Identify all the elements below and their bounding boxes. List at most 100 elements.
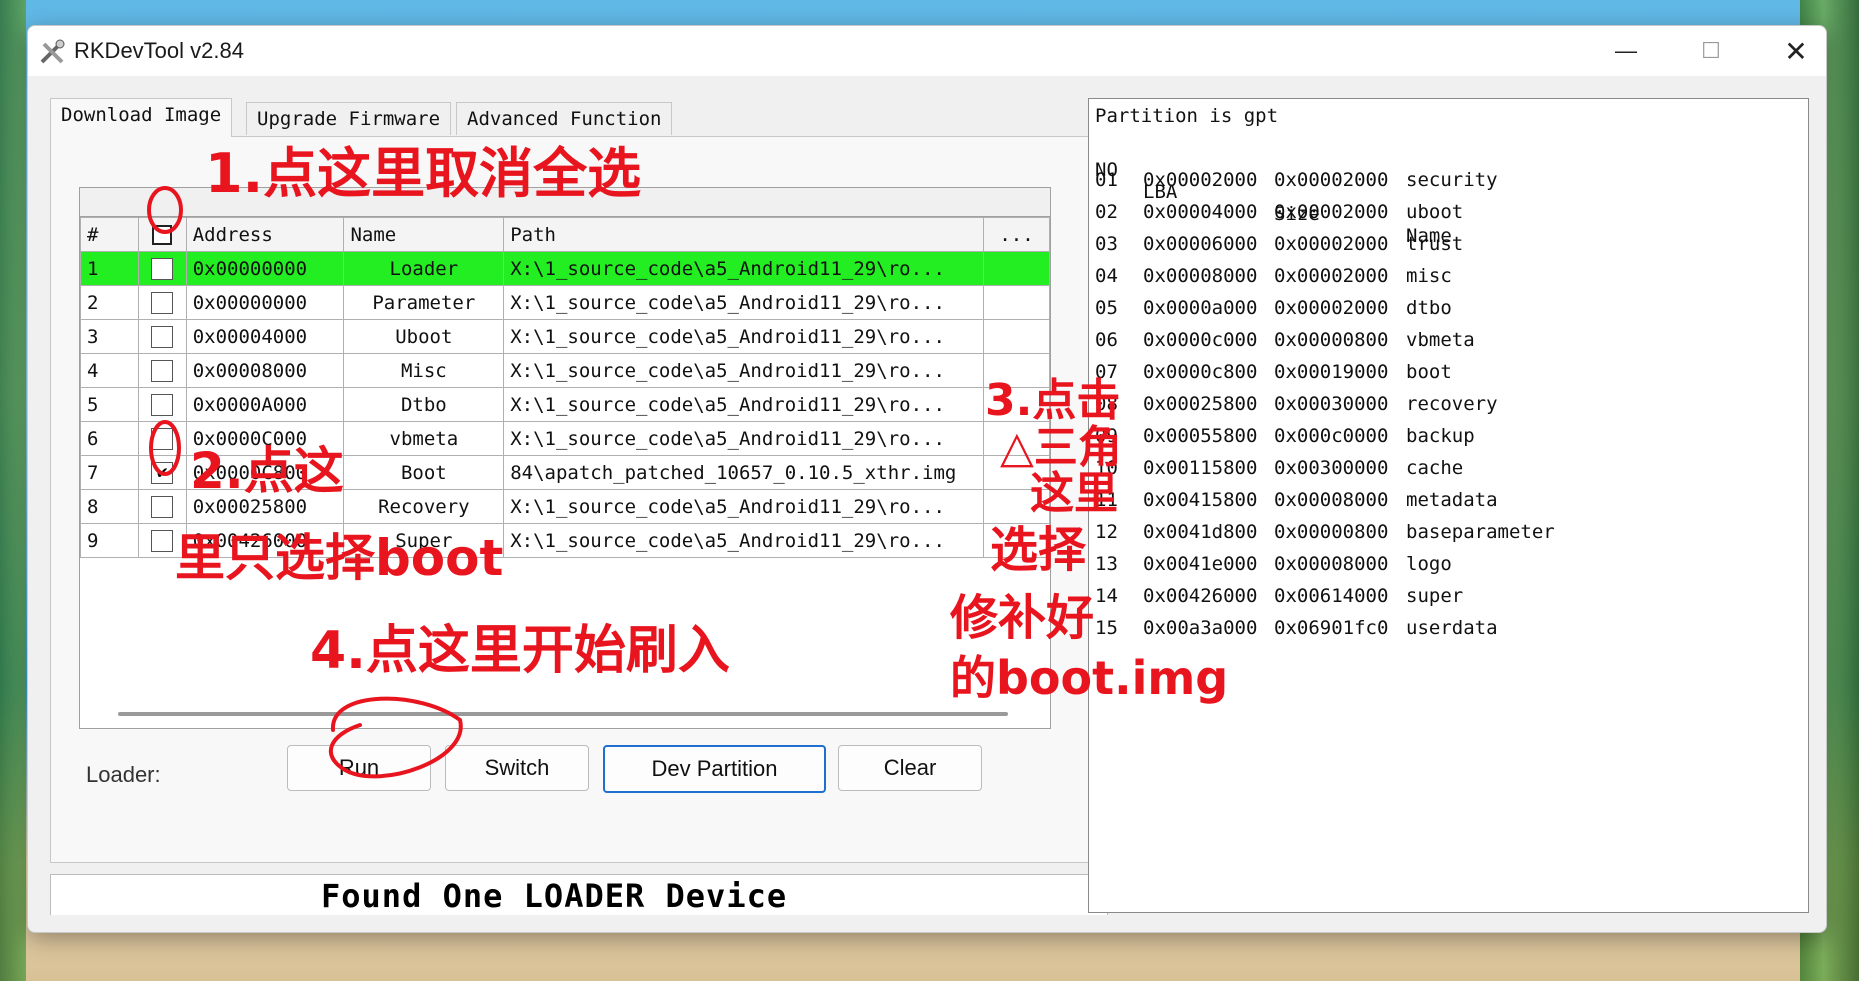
maximize-button[interactable]: ☐ (1683, 34, 1739, 68)
row-address[interactable]: 0x00008000 (185, 353, 345, 388)
log-header: Partition is gpt (1095, 105, 1279, 127)
grid-top-bar (80, 188, 1050, 217)
tab-upgrade-firmware[interactable]: Upgrade Firmware (246, 102, 452, 135)
col-address: Address (185, 217, 345, 252)
row-name[interactable]: Parameter (343, 285, 505, 320)
row-path[interactable]: X:\1_source_code\a5_Android11_29\ro... (503, 387, 985, 422)
row-path[interactable]: X:\1_source_code\a5_Android11_29\ro... (503, 421, 985, 456)
row-path[interactable]: X:\1_source_code\a5_Android11_29\ro... (503, 285, 985, 320)
row-name[interactable]: Dtbo (343, 387, 505, 422)
row-browse[interactable] (983, 421, 1050, 456)
row-address[interactable]: 0x00426000 (185, 523, 345, 558)
row-path[interactable]: X:\1_source_code\a5_Android11_29\ro... (503, 353, 985, 388)
row-browse[interactable] (983, 251, 1050, 286)
row-index: 9 (80, 523, 139, 558)
row-browse[interactable] (983, 387, 1050, 422)
row-name[interactable]: Loader (343, 251, 505, 286)
switch-button[interactable]: Switch (445, 745, 589, 791)
row-checkbox-cell[interactable] (137, 421, 187, 456)
row-browse[interactable] (983, 489, 1050, 524)
select-all-checkbox[interactable] (152, 225, 173, 245)
row-name[interactable]: Super (343, 523, 505, 558)
row-path[interactable]: X:\1_source_code\a5_Android11_29\ro... (503, 489, 985, 524)
table-row[interactable]: 5 0x0000A000 Dtbo X:\1_source_code\a5_Andro… (80, 387, 1050, 422)
table-header-row: # Address Name Path ... (80, 217, 1050, 252)
row-path[interactable]: X:\1_source_code\a5_Android11_29\ro... (503, 523, 985, 558)
table-row[interactable]: 6 0x0000C000 vbmeta X:\1_source_code\a5_And… (80, 421, 1050, 456)
row-address[interactable]: 0x0000C800 (185, 455, 345, 490)
row-index: 8 (80, 489, 139, 524)
row-checkbox-cell[interactable] (137, 251, 187, 286)
col-index: # (80, 217, 139, 252)
row-path[interactable]: X:\1_source_code\a5_Android11_29\ro... (503, 319, 985, 354)
row-browse[interactable] (983, 523, 1050, 558)
tab-download-image[interactable]: Download Image (50, 98, 233, 137)
row-address[interactable]: 0x00004000 (185, 319, 345, 354)
row-name[interactable]: Misc (343, 353, 505, 388)
row-checkbox-cell[interactable] (137, 319, 187, 354)
partition-log[interactable]: Partition is gpt NO LBA Size Name 01 0x00… (1088, 98, 1809, 913)
window-title: RKDevTool v2.84 (74, 38, 244, 63)
row-path[interactable]: X:\1_source_code\a5_Android11_29\ro... (503, 251, 985, 286)
row-checkbox-cell[interactable] (137, 489, 187, 524)
row-checkbox[interactable] (151, 393, 174, 416)
row-path[interactable]: 84\apatch_patched_10657_0.10.5_xthr.img (503, 455, 985, 490)
run-button[interactable]: Run (287, 745, 431, 791)
table-row[interactable]: 3 0x00004000 Uboot X:\1_source_code\a5_Andr… (80, 319, 1050, 354)
row-address[interactable]: 0x0000C000 (185, 421, 345, 456)
row-checkbox-cell[interactable] (137, 523, 187, 558)
row-browse[interactable] (983, 285, 1050, 320)
dev-partition-button[interactable]: Dev Partition (603, 745, 826, 793)
row-name[interactable]: Boot (343, 455, 505, 490)
row-address[interactable]: 0x00025800 (185, 489, 345, 524)
row-checkbox-cell[interactable] (137, 387, 187, 422)
rkdevtool-window: RKDevTool v2.84 — ☐ ✕ Download Image Upg… (27, 25, 1827, 933)
col-more[interactable]: ... (983, 217, 1050, 252)
partition-row: 12 0x0041d800 0x00000800 baseparameter (1095, 521, 1555, 543)
row-name[interactable]: vbmeta (343, 421, 505, 456)
table-row[interactable]: 4 0x00008000 Misc X:\1_source_code\a5_Andro… (80, 353, 1050, 388)
row-browse[interactable] (983, 319, 1050, 354)
tab-advanced-function[interactable]: Advanced Function (456, 102, 673, 135)
row-checkbox[interactable] (151, 529, 174, 552)
row-checkbox[interactable] (151, 257, 174, 280)
row-checkbox-cell[interactable] (137, 353, 187, 388)
partition-row: 04 0x00008000 0x00002000 misc (1095, 265, 1452, 287)
row-checkbox[interactable] (151, 325, 174, 348)
clear-button[interactable]: Clear (838, 745, 982, 791)
row-checkbox[interactable] (151, 495, 174, 518)
row-checkbox[interactable]: ✔ (151, 461, 174, 484)
row-checkbox-cell[interactable] (137, 285, 187, 320)
row-address[interactable]: 0x0000A000 (185, 387, 345, 422)
table-row[interactable]: 9 0x00426000 Super X:\1_source_code\a5_Andr… (80, 523, 1050, 558)
tools-icon (40, 39, 65, 64)
row-checkbox-cell[interactable]: ✔ (137, 455, 187, 490)
row-address[interactable]: 0x00000000 (185, 251, 345, 286)
row-name[interactable]: Recovery (343, 489, 505, 524)
row-name[interactable]: Uboot (343, 319, 505, 354)
row-checkbox[interactable] (151, 359, 174, 382)
row-address[interactable]: 0x00000000 (185, 285, 345, 320)
col-name: Name (343, 217, 505, 252)
table-row[interactable]: 7 ✔ 0x0000C800 Boot 84\apatch_patched_10657_… (80, 455, 1050, 490)
row-checkbox[interactable] (151, 427, 174, 450)
col-select-all[interactable] (137, 217, 187, 252)
status-text: Found One LOADER Device (321, 877, 788, 915)
desktop-wallpaper-left (0, 0, 26, 981)
loader-label: Loader: (86, 762, 161, 787)
horizontal-scrollbar[interactable] (118, 712, 1008, 716)
row-browse[interactable] (983, 455, 1050, 490)
minimize-button[interactable]: — (1598, 34, 1654, 68)
table-row[interactable]: 2 0x00000000 Parameter X:\1_source_code\a5_… (80, 285, 1050, 320)
title-bar[interactable]: RKDevTool v2.84 — ☐ ✕ (28, 26, 1826, 76)
row-index: 7 (80, 455, 139, 490)
row-browse[interactable] (983, 353, 1050, 388)
close-button[interactable]: ✕ (1768, 34, 1824, 68)
table-row[interactable]: 8 0x00025800 Recovery X:\1_source_code\a5_A… (80, 489, 1050, 524)
table-row[interactable]: 1 0x00000000 Loader X:\1_source_code\a5_And… (80, 251, 1050, 286)
partition-row: 07 0x0000c800 0x00019000 boot (1095, 361, 1452, 383)
row-index: 6 (80, 421, 139, 456)
row-index: 2 (80, 285, 139, 320)
row-index: 3 (80, 319, 139, 354)
row-checkbox[interactable] (151, 291, 174, 314)
